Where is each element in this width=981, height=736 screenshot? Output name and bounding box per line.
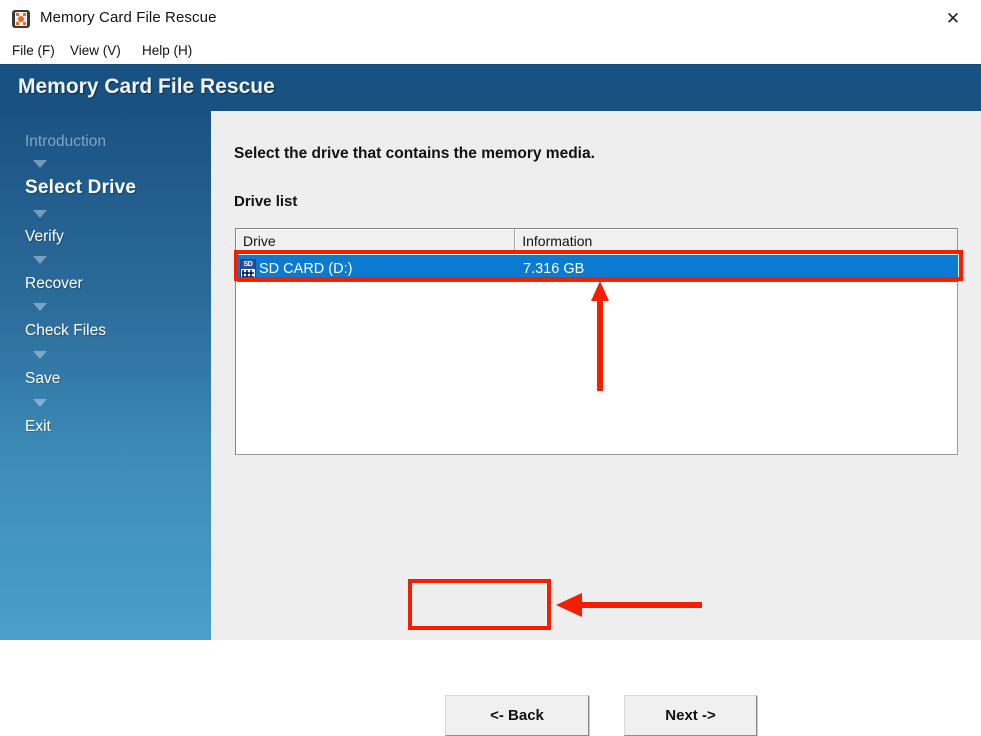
chevron-down-icon bbox=[33, 256, 47, 264]
column-header-drive[interactable]: Drive bbox=[236, 229, 516, 254]
chevron-down-icon bbox=[33, 351, 47, 359]
page-title: Memory Card File Rescue bbox=[18, 75, 275, 98]
sidebar-item-exit[interactable]: Exit bbox=[25, 418, 51, 436]
next-button[interactable]: Next -> bbox=[624, 695, 757, 736]
sidebar-item-check-files[interactable]: Check Files bbox=[25, 322, 106, 340]
drive-cell: SD SD CARD (D:) bbox=[237, 255, 516, 282]
menu-item-file[interactable]: File (F) bbox=[8, 41, 59, 60]
close-icon[interactable]: ✕ bbox=[935, 7, 971, 31]
window-title: Memory Card File Rescue bbox=[40, 9, 217, 26]
application-window: Memory Card File Rescue ✕ File (F) View … bbox=[0, 0, 981, 736]
menu-bar: File (F) View (V) Help (H) bbox=[0, 38, 981, 64]
header-banner: Memory Card File Rescue bbox=[0, 64, 981, 112]
back-button[interactable]: <- Back bbox=[445, 695, 589, 736]
wizard-step-sidebar: Introduction Select Drive Verify Recover… bbox=[0, 111, 211, 640]
chevron-down-icon bbox=[33, 303, 47, 311]
table-row[interactable]: SD SD CARD (D:) 7.316 GB bbox=[237, 255, 958, 282]
drive-list-label: Drive list bbox=[234, 193, 298, 210]
sidebar-item-introduction[interactable]: Introduction bbox=[25, 133, 106, 151]
memory-card-icon bbox=[12, 10, 30, 28]
instruction-text: Select the drive that contains the memor… bbox=[234, 145, 595, 162]
column-header-information[interactable]: Information bbox=[515, 229, 957, 254]
sidebar-item-select-drive[interactable]: Select Drive bbox=[25, 177, 136, 199]
sidebar-item-recover[interactable]: Recover bbox=[25, 275, 83, 293]
menu-item-help[interactable]: Help (H) bbox=[138, 41, 196, 60]
menu-item-view[interactable]: View (V) bbox=[66, 41, 125, 60]
drive-name: SD CARD (D:) bbox=[259, 260, 353, 277]
sd-card-icon: SD bbox=[240, 258, 256, 279]
chevron-down-icon bbox=[33, 160, 47, 168]
drive-list-header: Drive Information bbox=[236, 229, 957, 254]
chevron-down-icon bbox=[33, 399, 47, 407]
sidebar-item-verify[interactable]: Verify bbox=[25, 228, 64, 246]
content-panel: Select the drive that contains the memor… bbox=[211, 111, 981, 736]
sidebar-item-save[interactable]: Save bbox=[25, 370, 60, 388]
title-bar: Memory Card File Rescue ✕ bbox=[0, 0, 981, 38]
drive-information: 7.316 GB bbox=[523, 260, 585, 277]
chevron-down-icon bbox=[33, 210, 47, 218]
drive-list[interactable]: Drive Information SD SD CARD (D:) 7.316 … bbox=[235, 228, 958, 455]
